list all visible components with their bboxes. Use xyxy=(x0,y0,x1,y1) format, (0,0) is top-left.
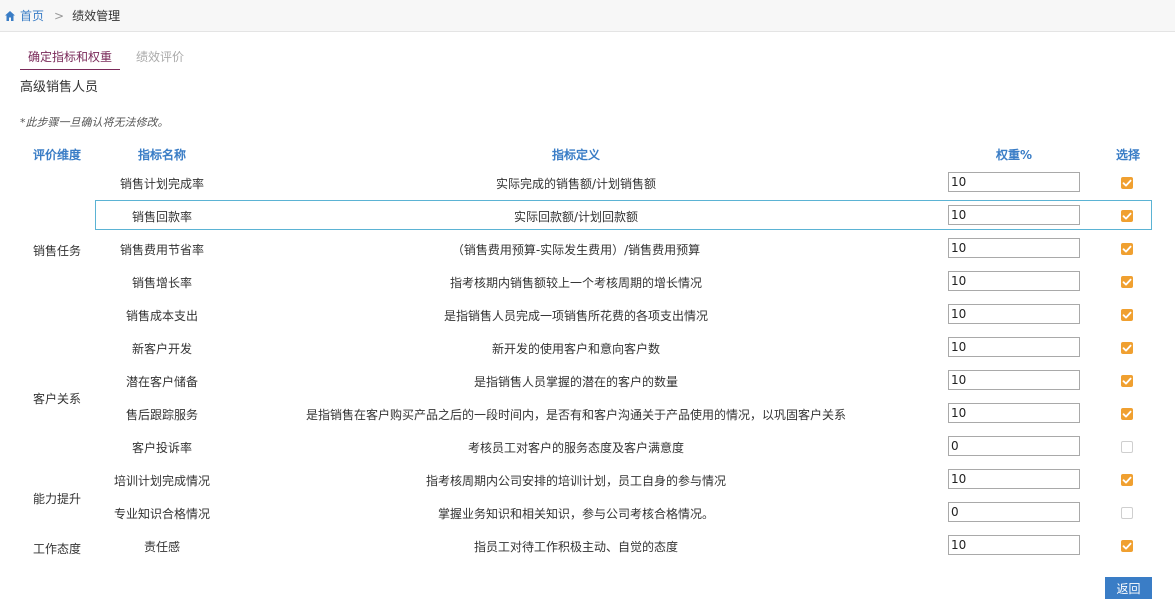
indicator-name: 售后跟踪服务 xyxy=(125,408,199,422)
tab-performance-evaluation[interactable]: 绩效评价 xyxy=(128,48,192,70)
indicator-table: 评价维度 指标名称 指标定义 权重% 选择 销售任务 客户关系 能力提升 工作态… xyxy=(20,140,1155,562)
weight-input[interactable] xyxy=(948,469,1080,489)
indicator-name: 客户投诉率 xyxy=(131,441,193,455)
indicator-definition: 实际完成的销售额/计划销售额 xyxy=(495,177,657,191)
checkmark-icon xyxy=(1122,542,1132,550)
select-checkbox[interactable] xyxy=(1121,309,1133,321)
step-tabs: 确定指标和权重 绩效评价 xyxy=(20,48,192,70)
table-row: 责任感 指员工对待工作积极主动、自觉的态度 xyxy=(20,529,1155,562)
header-weight: 权重% xyxy=(995,148,1033,162)
table-row: 潜在客户储备 是指销售人员掌握的潜在的客户的数量 xyxy=(20,364,1155,397)
indicator-definition: 掌握业务知识和相关知识，参与公司考核合格情况。 xyxy=(437,507,715,521)
indicator-definition: 指考核周期内公司安排的培训计划，员工自身的参与情况 xyxy=(425,474,727,488)
table-row: 新客户开发 新开发的使用客户和意向客户数 xyxy=(20,331,1155,364)
select-checkbox[interactable] xyxy=(1121,177,1133,189)
header-dimension: 评价维度 xyxy=(32,148,82,162)
checkmark-icon xyxy=(1122,212,1132,220)
table-row: 销售回款率 实际回款额/计划回款额 xyxy=(20,199,1155,232)
table-row: 培训计划完成情况 指考核周期内公司安排的培训计划，员工自身的参与情况 xyxy=(20,463,1155,496)
chevron-right-icon: > xyxy=(54,8,65,23)
weight-input[interactable] xyxy=(948,172,1080,192)
indicator-name: 责任感 xyxy=(143,540,181,554)
select-checkbox[interactable] xyxy=(1121,474,1133,486)
header-select: 选择 xyxy=(1115,148,1141,162)
indicator-definition: 考核员工对客户的服务态度及客户满意度 xyxy=(467,441,685,455)
indicator-name: 培训计划完成情况 xyxy=(113,474,211,488)
select-checkbox[interactable] xyxy=(1121,342,1133,354)
indicator-definition: 是指销售人员完成一项销售所花费的各项支出情况 xyxy=(443,309,709,323)
weight-input[interactable] xyxy=(948,238,1080,258)
indicator-definition: 指员工对待工作积极主动、自觉的态度 xyxy=(473,540,679,554)
checkmark-icon xyxy=(1122,311,1132,319)
role-title: 高级销售人员 xyxy=(20,80,99,95)
header-definition: 指标定义 xyxy=(551,148,601,162)
table-row: 专业知识合格情况 掌握业务知识和相关知识，参与公司考核合格情况。 xyxy=(20,496,1155,529)
checkmark-icon xyxy=(1122,344,1132,352)
header-name: 指标名称 xyxy=(137,148,187,162)
breadcrumb-home-link[interactable]: 首页 xyxy=(20,7,44,24)
indicator-name: 专业知识合格情况 xyxy=(113,507,211,521)
weight-input[interactable] xyxy=(948,535,1080,555)
table-row: 销售增长率 指考核期内销售额较上一个考核周期的增长情况 xyxy=(20,265,1155,298)
select-checkbox[interactable] xyxy=(1121,441,1133,453)
table-header: 评价维度 指标名称 指标定义 权重% 选择 xyxy=(20,140,1155,166)
indicator-name: 新客户开发 xyxy=(131,342,193,356)
indicator-name: 销售增长率 xyxy=(131,276,193,290)
indicator-definition: 实际回款额/计划回款额 xyxy=(513,210,639,224)
checkmark-icon xyxy=(1122,245,1132,253)
select-checkbox[interactable] xyxy=(1121,210,1133,222)
checkmark-icon xyxy=(1122,377,1132,385)
indicator-name: 销售计划完成率 xyxy=(119,177,205,191)
tab-confirm-indicators[interactable]: 确定指标和权重 xyxy=(20,48,121,70)
table-row: 销售成本支出 是指销售人员完成一项销售所花费的各项支出情况 xyxy=(20,298,1155,331)
notice-text: *此步骤一旦确认将无法修改。 xyxy=(20,116,169,129)
checkmark-icon xyxy=(1122,410,1132,418)
weight-input[interactable] xyxy=(948,337,1080,357)
weight-input[interactable] xyxy=(948,370,1080,390)
table-row: 销售费用节省率 （销售费用预算-实际发生费用）/销售费用预算 xyxy=(20,232,1155,265)
return-button[interactable]: 返回 xyxy=(1105,577,1152,599)
indicator-definition: 是指销售人员掌握的潜在的客户的数量 xyxy=(473,375,679,389)
weight-input[interactable] xyxy=(948,436,1080,456)
indicator-name: 潜在客户储备 xyxy=(125,375,199,389)
table-body: 销售任务 客户关系 能力提升 工作态度 销售计划完成率 实际完成的销售额/计划销售… xyxy=(20,166,1155,562)
checkmark-icon xyxy=(1122,278,1132,286)
indicator-definition: 是指销售在客户购买产品之后的一段时间内，是否有和客户沟通关于产品使用的情况，以巩… xyxy=(305,408,847,422)
table-row: 客户投诉率 考核员工对客户的服务态度及客户满意度 xyxy=(20,430,1155,463)
select-checkbox[interactable] xyxy=(1121,540,1133,552)
select-checkbox[interactable] xyxy=(1121,276,1133,288)
weight-input[interactable] xyxy=(948,304,1080,324)
indicator-name: 销售费用节省率 xyxy=(119,243,205,257)
select-checkbox[interactable] xyxy=(1121,243,1133,255)
table-row: 销售计划完成率 实际完成的销售额/计划销售额 xyxy=(20,166,1155,199)
indicator-definition: 新开发的使用客户和意向客户数 xyxy=(491,342,661,356)
checkmark-icon xyxy=(1122,476,1132,484)
weight-input[interactable] xyxy=(948,205,1080,225)
breadcrumb-current: 绩效管理 xyxy=(72,9,121,23)
indicator-definition: （销售费用预算-实际发生费用）/销售费用预算 xyxy=(451,243,701,257)
home-icon[interactable] xyxy=(4,10,16,22)
select-checkbox[interactable] xyxy=(1121,375,1133,387)
select-checkbox[interactable] xyxy=(1121,507,1133,519)
indicator-name: 销售成本支出 xyxy=(125,309,199,323)
checkmark-icon xyxy=(1122,179,1132,187)
table-row: 售后跟踪服务 是指销售在客户购买产品之后的一段时间内，是否有和客户沟通关于产品使用… xyxy=(20,397,1155,430)
indicator-name: 销售回款率 xyxy=(131,210,193,224)
indicator-definition: 指考核期内销售额较上一个考核周期的增长情况 xyxy=(449,276,703,290)
weight-input[interactable] xyxy=(948,271,1080,291)
weight-input[interactable] xyxy=(948,502,1080,522)
weight-input[interactable] xyxy=(948,403,1080,423)
select-checkbox[interactable] xyxy=(1121,408,1133,420)
breadcrumb: 首页 > 绩效管理 xyxy=(0,0,1175,32)
